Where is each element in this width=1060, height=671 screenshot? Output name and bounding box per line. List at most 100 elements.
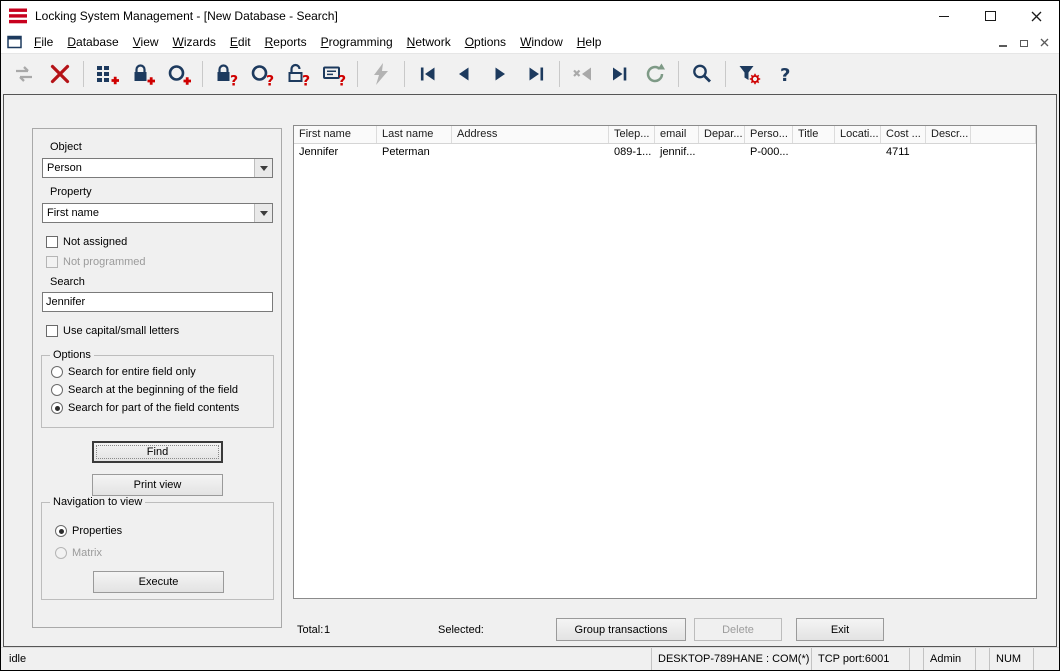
property-select[interactable]: First name bbox=[42, 203, 273, 223]
cell-email: jennif... bbox=[655, 144, 699, 161]
mdi-minimize-button[interactable] bbox=[993, 34, 1012, 50]
read-access-icon: ? bbox=[285, 61, 311, 87]
toolbar-separator bbox=[678, 61, 679, 87]
svg-text:?: ? bbox=[338, 74, 346, 88]
column-header-address[interactable]: Address bbox=[452, 126, 609, 143]
total-value: 1 bbox=[324, 624, 330, 636]
menu-item-programming[interactable]: Programming bbox=[314, 33, 400, 51]
new-lock-button[interactable] bbox=[125, 57, 161, 91]
column-header-department[interactable]: Depar... bbox=[699, 126, 745, 143]
filter-settings-button[interactable] bbox=[731, 57, 767, 91]
column-header-personnel[interactable]: Perso... bbox=[745, 126, 793, 143]
radio-part-of-field[interactable]: Search for part of the field contents bbox=[51, 402, 239, 414]
help-button[interactable]: ? bbox=[767, 57, 803, 91]
execute-button[interactable]: Execute bbox=[93, 571, 224, 593]
maximize-button[interactable] bbox=[967, 1, 1013, 31]
group-transactions-button[interactable]: Group transactions bbox=[556, 618, 686, 641]
search-button[interactable] bbox=[684, 57, 720, 91]
part-of-field-label: Search for part of the field contents bbox=[68, 402, 239, 414]
column-header-first-name[interactable]: First name bbox=[294, 126, 377, 143]
column-header-last-name[interactable]: Last name bbox=[377, 126, 452, 143]
new-locking-system-button[interactable] bbox=[89, 57, 125, 91]
case-sensitive-checkbox[interactable]: Use capital/small letters bbox=[46, 325, 179, 337]
status-tcp-port: TCP port:6001 bbox=[811, 648, 909, 670]
cell-telephone: 089-1... bbox=[609, 144, 655, 161]
previous-record-button[interactable] bbox=[446, 57, 482, 91]
status-connection: DESKTOP-789HANE : COM(*) bbox=[651, 648, 811, 670]
radio-properties[interactable]: Properties bbox=[55, 525, 122, 537]
read-lock-button[interactable]: ? bbox=[208, 57, 244, 91]
column-header-title[interactable]: Title bbox=[793, 126, 835, 143]
first-record-button[interactable] bbox=[410, 57, 446, 91]
svg-text:?: ? bbox=[266, 74, 274, 88]
statusbar-spacer bbox=[975, 648, 989, 670]
new-transponder-button[interactable] bbox=[161, 57, 197, 91]
svg-text:?: ? bbox=[230, 74, 238, 88]
read-access-button[interactable]: ? bbox=[280, 57, 316, 91]
not-assigned-label: Not assigned bbox=[63, 236, 127, 248]
result-row[interactable]: Jennifer Peterman 089-1... jennif... P-0… bbox=[294, 144, 1036, 161]
statusbar-spacer bbox=[1033, 648, 1059, 670]
refresh-button[interactable] bbox=[637, 57, 673, 91]
find-button[interactable]: Find bbox=[92, 441, 223, 463]
resume-search-button[interactable] bbox=[601, 57, 637, 91]
radio-beginning-of-field[interactable]: Search at the beginning of the field bbox=[51, 384, 238, 396]
column-header-cost[interactable]: Cost ... bbox=[881, 126, 926, 143]
menu-item-network[interactable]: Network bbox=[400, 33, 458, 51]
cell-description bbox=[926, 144, 971, 161]
cell-department bbox=[699, 144, 745, 161]
entire-field-label: Search for entire field only bbox=[68, 366, 196, 378]
read-transponder-button[interactable]: ? bbox=[244, 57, 280, 91]
main-area: Object Person Property First name Not as… bbox=[3, 94, 1057, 647]
beginning-of-field-label: Search at the beginning of the field bbox=[68, 384, 238, 396]
column-header-email[interactable]: email bbox=[655, 126, 699, 143]
status-num-lock: NUM bbox=[989, 648, 1033, 670]
document-icon bbox=[7, 35, 22, 49]
menubar: File Database View Wizards Edit Reports … bbox=[1, 31, 1059, 53]
delete-button: Delete bbox=[694, 618, 782, 641]
disconnect-button[interactable] bbox=[42, 57, 78, 91]
exit-button[interactable]: Exit bbox=[796, 618, 884, 641]
disconnect-icon bbox=[47, 61, 73, 87]
menu-item-file[interactable]: File bbox=[27, 33, 60, 51]
column-header-telephone[interactable]: Telep... bbox=[609, 126, 655, 143]
menu-item-options[interactable]: Options bbox=[458, 33, 513, 51]
toolbar-separator bbox=[725, 61, 726, 87]
column-header-description[interactable]: Descr... bbox=[926, 126, 971, 143]
object-select[interactable]: Person bbox=[42, 158, 273, 178]
new-locking-system-icon bbox=[94, 61, 120, 87]
menu-item-help[interactable]: Help bbox=[570, 33, 609, 51]
status-user: Admin bbox=[923, 648, 975, 670]
not-assigned-checkbox[interactable]: Not assigned bbox=[46, 236, 127, 248]
print-view-button[interactable]: Print view bbox=[92, 474, 223, 496]
search-input[interactable] bbox=[42, 292, 273, 312]
menu-item-reports[interactable]: Reports bbox=[258, 33, 314, 51]
previous-record-icon bbox=[451, 61, 477, 87]
next-record-button[interactable] bbox=[482, 57, 518, 91]
menu-item-database[interactable]: Database bbox=[60, 33, 125, 51]
minimize-button[interactable] bbox=[921, 1, 967, 31]
checkbox-icon bbox=[46, 236, 58, 248]
menu-item-window[interactable]: Window bbox=[513, 33, 570, 51]
mdi-close-button[interactable] bbox=[1035, 34, 1054, 50]
menu-item-view[interactable]: View bbox=[126, 33, 166, 51]
cell-cost: 4711 bbox=[881, 144, 926, 161]
column-header-location[interactable]: Locati... bbox=[835, 126, 881, 143]
last-record-button[interactable] bbox=[518, 57, 554, 91]
mdi-restore-button[interactable] bbox=[1014, 34, 1033, 50]
menu-item-wizards[interactable]: Wizards bbox=[166, 33, 223, 51]
options-group: Options Search for entire field only Sea… bbox=[41, 355, 274, 428]
not-programmed-checkbox: Not programmed bbox=[46, 256, 146, 268]
close-button[interactable] bbox=[1013, 1, 1059, 31]
radio-icon bbox=[55, 547, 67, 559]
toolbar: ? ? ? ? bbox=[1, 53, 1059, 94]
menu-item-edit[interactable]: Edit bbox=[223, 33, 258, 51]
cell-last-name: Peterman bbox=[377, 144, 452, 161]
svg-text:?: ? bbox=[302, 74, 310, 88]
read-card-icon: ? bbox=[321, 61, 347, 87]
properties-label: Properties bbox=[72, 525, 122, 537]
statusbar: idle DESKTOP-789HANE : COM(*) TCP port:6… bbox=[1, 647, 1059, 670]
read-card-button[interactable]: ? bbox=[316, 57, 352, 91]
radio-entire-field[interactable]: Search for entire field only bbox=[51, 366, 196, 378]
help-icon: ? bbox=[772, 61, 798, 87]
